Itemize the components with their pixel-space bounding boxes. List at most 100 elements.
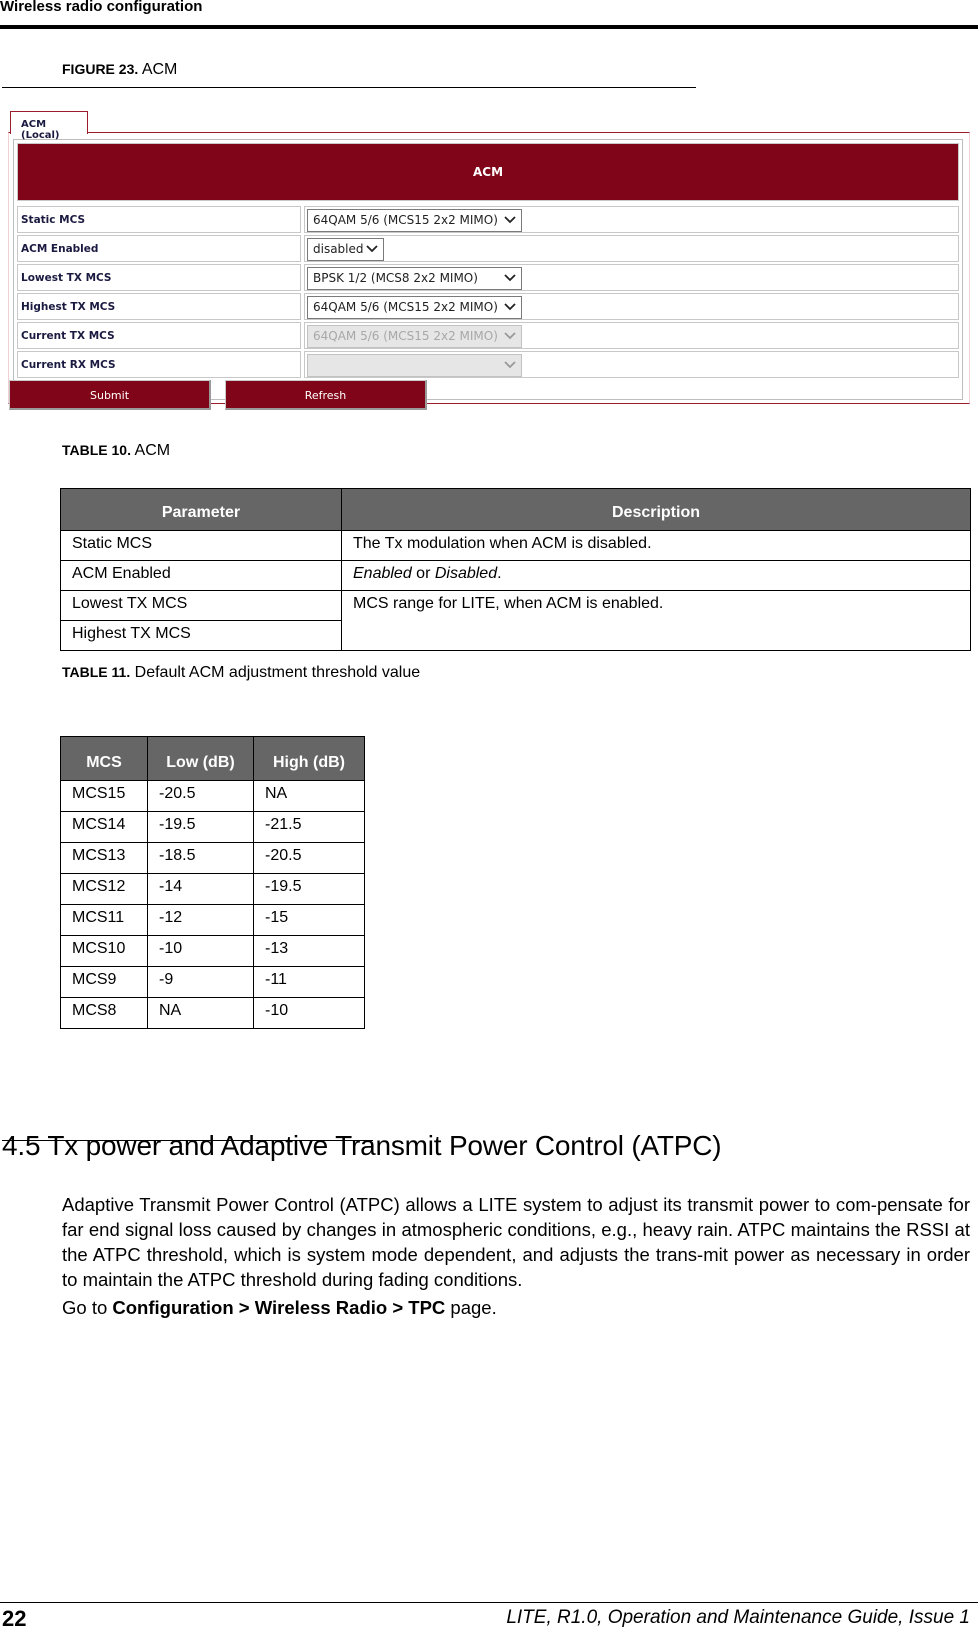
table-header-row: MCS Low (dB) High (dB) [60, 736, 365, 781]
static-mcs-select[interactable]: 64QAM 5/6 (MCS15 2x2 MIMO) [307, 209, 522, 232]
param-cell: Lowest TX MCS [60, 590, 342, 621]
acm-enabled-cell: disabled [304, 235, 959, 262]
form-row-current-rx-mcs: Current RX MCS [17, 351, 959, 380]
form-row-acm-enabled: ACM Enabled disabled [17, 235, 959, 264]
acm-enabled-select[interactable]: disabled [307, 238, 384, 261]
mcs-cell: MCS11 [60, 904, 148, 936]
lowest-tx-mcs-cell: BPSK 1/2 (MCS8 2x2 MIMO) [304, 264, 959, 291]
table10-caption: TABLE 10. ACM [62, 442, 170, 460]
table-row: MCS10 -10 -13 [60, 935, 365, 967]
low-cell: -14 [147, 873, 254, 905]
high-cell: -19.5 [253, 873, 365, 905]
figure-caption: FIGURE 23. ACM [62, 61, 177, 79]
desc-cell: Enabled or Disabled. [341, 560, 971, 591]
page-number: 22 [2, 1606, 27, 1631]
low-cell: NA [147, 997, 254, 1029]
param-cell: ACM Enabled [60, 560, 342, 591]
static-mcs-value: 64QAM 5/6 (MCS15 2x2 MIMO) [313, 213, 498, 227]
param-cell: Static MCS [60, 530, 342, 561]
table-row: MCS8 NA -10 [60, 997, 365, 1029]
high-cell: -10 [253, 997, 365, 1029]
high-cell: -20.5 [253, 842, 365, 874]
low-cell: -20.5 [147, 780, 254, 812]
low-cell: -18.5 [147, 842, 254, 874]
column-header-mcs: MCS [60, 736, 148, 781]
chevron-down-icon [503, 359, 517, 371]
current-tx-mcs-value: 64QAM 5/6 (MCS15 2x2 MIMO) [313, 329, 498, 343]
chevron-down-icon [503, 272, 517, 284]
static-mcs-cell: 64QAM 5/6 (MCS15 2x2 MIMO) [304, 206, 959, 233]
table-row: ACM Enabled Enabled or Disabled. [60, 560, 971, 591]
mcs-cell: MCS13 [60, 842, 148, 874]
current-rx-mcs-select [307, 354, 522, 377]
highest-tx-mcs-label: Highest TX MCS [17, 293, 301, 320]
running-header-title: Wireless radio configuration [0, 0, 203, 15]
low-cell: -12 [147, 904, 254, 936]
lowest-tx-mcs-select[interactable]: BPSK 1/2 (MCS8 2x2 MIMO) [307, 267, 522, 290]
mcs-cell: MCS12 [60, 873, 148, 905]
desc-period: . [497, 565, 502, 582]
mcs-cell: MCS10 [60, 935, 148, 967]
table-row: MCS14 -19.5 -21.5 [60, 811, 365, 843]
chevron-down-icon [503, 214, 517, 226]
desc-disabled: Disabled [434, 565, 498, 582]
submit-button[interactable]: Submit [9, 380, 211, 410]
highest-tx-mcs-select[interactable]: 64QAM 5/6 (MCS15 2x2 MIMO) [307, 296, 522, 319]
highest-tx-mcs-value: 64QAM 5/6 (MCS15 2x2 MIMO) [313, 300, 498, 314]
form-row-static-mcs: Static MCS 64QAM 5/6 (MCS15 2x2 MIMO) [17, 206, 959, 235]
footer-rule [0, 1602, 978, 1603]
form-row-highest-tx-mcs: Highest TX MCS 64QAM 5/6 (MCS15 2x2 MIMO… [17, 293, 959, 322]
chevron-down-icon [503, 301, 517, 313]
section-paragraph: Adaptive Transmit Power Control (ATPC) a… [62, 1194, 970, 1290]
column-header-parameter: Parameter [60, 488, 342, 531]
param-cell: Highest TX MCS [60, 620, 342, 651]
high-cell: -15 [253, 904, 365, 936]
column-header-high: High (dB) [253, 736, 365, 781]
low-cell: -9 [147, 966, 254, 998]
current-tx-mcs-label: Current TX MCS [17, 322, 301, 349]
table-row: Static MCS The Tx modulation when ACM is… [60, 530, 971, 561]
high-cell: -13 [253, 935, 365, 967]
goto-prefix: Go to [62, 1297, 113, 1318]
acm-panel-inner: ACM Static MCS 64QAM 5/6 (MCS15 2x2 MIMO… [13, 139, 963, 400]
low-cell: -10 [147, 935, 254, 967]
column-header-low: Low (dB) [147, 736, 254, 781]
table-row: MCS15 -20.5 NA [60, 780, 365, 812]
desc-cell: MCS range for LITE, when ACM is enabled. [341, 590, 971, 651]
current-tx-mcs-cell: 64QAM 5/6 (MCS15 2x2 MIMO) [304, 322, 959, 349]
table-row: MCS13 -18.5 -20.5 [60, 842, 365, 874]
acm-threshold-table: MCS Low (dB) High (dB) MCS15 -20.5 NA MCS1… [60, 736, 365, 1029]
highest-tx-mcs-cell: 64QAM 5/6 (MCS15 2x2 MIMO) [304, 293, 959, 320]
current-rx-mcs-label: Current RX MCS [17, 351, 301, 378]
current-tx-mcs-select: 64QAM 5/6 (MCS15 2x2 MIMO) [307, 325, 522, 348]
form-row-current-tx-mcs: Current TX MCS 64QAM 5/6 (MCS15 2x2 MIMO… [17, 322, 959, 351]
acm-config-screenshot: ACM (Local) ACM Static MCS 64QAM 5/6 (MC… [8, 108, 970, 430]
table-row: MCS11 -12 -15 [60, 904, 365, 936]
table11-title: Default ACM adjustment threshold value [134, 664, 421, 681]
desc-cell: The Tx modulation when ACM is disabled. [341, 530, 971, 561]
lowest-tx-mcs-value: BPSK 1/2 (MCS8 2x2 MIMO) [313, 271, 478, 285]
mcs-cell: MCS8 [60, 997, 148, 1029]
table11-label: TABLE 11. [62, 664, 131, 680]
table-row: Lowest TX MCS MCS range for LITE, when A… [60, 590, 971, 651]
high-cell: NA [253, 780, 365, 812]
mcs-cell: MCS15 [60, 780, 148, 812]
chevron-down-icon [365, 243, 379, 255]
figure-rule [2, 87, 696, 88]
lowest-tx-mcs-label: Lowest TX MCS [17, 264, 301, 291]
table10-title: ACM [134, 442, 171, 459]
chevron-down-icon [503, 330, 517, 342]
high-cell: -21.5 [253, 811, 365, 843]
mcs-cell: MCS14 [60, 811, 148, 843]
acm-enabled-value: disabled [313, 242, 364, 256]
low-cell: -19.5 [147, 811, 254, 843]
high-cell: -11 [253, 966, 365, 998]
tab-acm-local[interactable]: ACM (Local) [10, 111, 88, 141]
table-row: MCS9 -9 -11 [60, 966, 365, 998]
table11-caption: TABLE 11. Default ACM adjustment thresho… [62, 664, 420, 682]
refresh-button[interactable]: Refresh [225, 380, 427, 410]
static-mcs-label: Static MCS [17, 206, 301, 233]
mcs-cell: MCS9 [60, 966, 148, 998]
table10-label: TABLE 10. [62, 442, 131, 458]
footer-doc-title: LITE, R1.0, Operation and Maintenance Gu… [506, 1607, 970, 1628]
